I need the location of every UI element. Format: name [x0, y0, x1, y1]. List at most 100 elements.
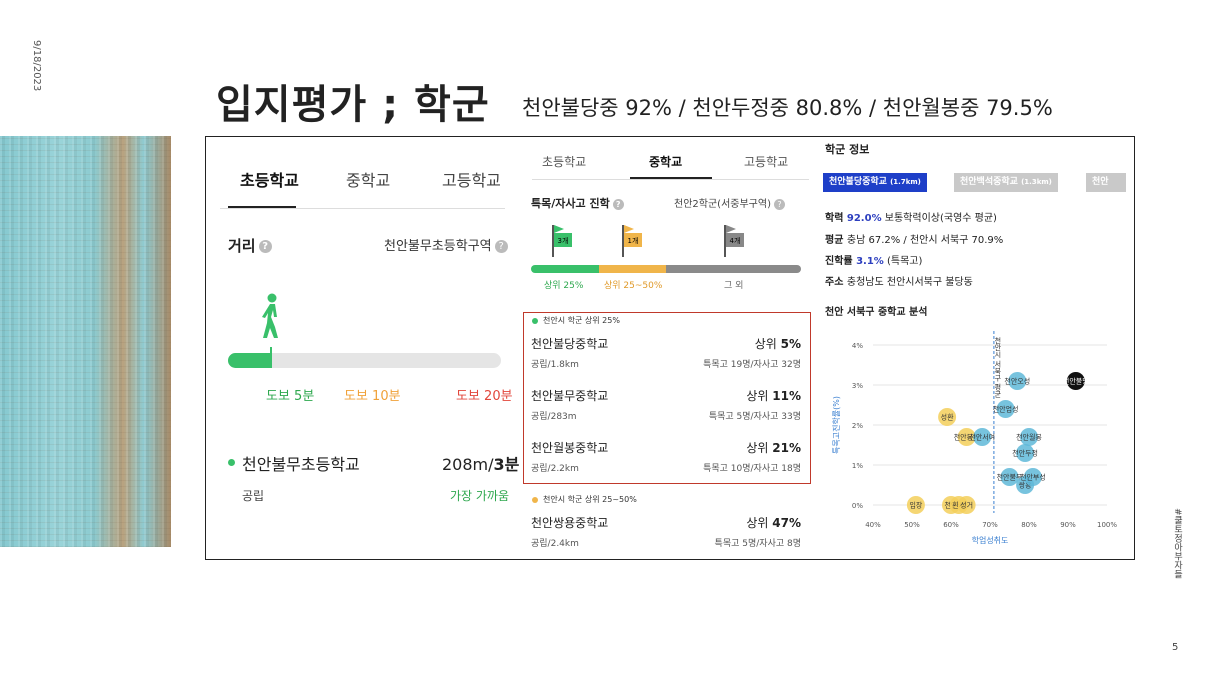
- school-dot-icon: [228, 459, 235, 466]
- data-point-label: 천안서여: [969, 433, 995, 442]
- x-axis-label: 학업성취도: [972, 535, 1009, 545]
- flag-top50-label: 1개: [628, 236, 639, 245]
- school-stats-wolbong: 특목고 10명/자사고 18명: [703, 464, 801, 474]
- walk-progress-marker: [270, 347, 272, 368]
- p1-tab-high[interactable]: 고등학교: [442, 167, 501, 191]
- help-icon[interactable]: ?: [258, 240, 272, 253]
- info-text: (특목고): [883, 256, 923, 267]
- tab-label: 천안백석중학교: [960, 177, 1018, 187]
- info-text: 충남 67.2% / 천안시 서북구 70.9%: [846, 235, 1004, 246]
- school-rank-wolbong: 상위 21%: [726, 439, 801, 456]
- p1-tab-elementary[interactable]: 초등학교: [240, 167, 299, 191]
- data-point-label: 천안업성: [993, 405, 1019, 414]
- rank-value: 47%: [772, 516, 801, 530]
- segment-top25: [531, 265, 599, 273]
- page-number: 5: [1172, 642, 1179, 653]
- rank-value: 11%: [772, 389, 801, 403]
- data-point-label: 천안두정: [1012, 449, 1038, 458]
- info-label: 주소: [825, 277, 847, 288]
- p1-distance-heading: 거리?: [228, 235, 272, 256]
- p2-district-label: 천안2학군(서중부구역): [674, 199, 771, 210]
- rank-prefix: 상위: [754, 337, 781, 351]
- rank-value: 21%: [772, 441, 801, 455]
- p1-school-name[interactable]: 천안불무초등학교: [242, 451, 360, 475]
- tab-distance: (1.3km): [1021, 178, 1052, 186]
- y-tick-label: 4%: [852, 342, 863, 350]
- segment-label-top50: 상위 25~50%: [604, 281, 663, 291]
- school-type-bulmu: 공립/283m: [531, 412, 577, 422]
- x-tick-label: 60%: [943, 521, 959, 529]
- tab-label: 천안: [1092, 177, 1109, 187]
- school-name-wolbong[interactable]: 천안월봉중학교: [531, 439, 608, 456]
- p3-tab-baekseok[interactable]: 천안백석중학교 (1.3km): [954, 173, 1058, 192]
- average-line-label: 천안시 서북구 평균: [994, 336, 1002, 397]
- p1-zone: 천안불무초등학구역?: [384, 235, 508, 254]
- y-axis-label: 특목고진학률(%): [831, 396, 841, 454]
- p1-school-distance-value: 208m/: [442, 455, 494, 474]
- p3-tab-bulbang[interactable]: 천안불당중학교 (1.7km): [823, 173, 927, 192]
- data-point-label: 천안불당: [1063, 377, 1089, 386]
- flag-top50-icon: 1개: [622, 225, 642, 257]
- school-name-bulbang[interactable]: 천안불당중학교: [531, 335, 608, 352]
- p2-tab-middle[interactable]: 중학교: [649, 153, 682, 170]
- slide-date: 9/18/2023: [31, 40, 42, 92]
- x-tick-label: 50%: [904, 521, 920, 529]
- p3-heading: 학군 정보: [825, 143, 870, 156]
- flag-others-icon: 4개: [724, 225, 744, 257]
- school-type-wolbong: 공립/2.2km: [531, 464, 579, 474]
- school-rank-bulmu: 상위 11%: [726, 387, 801, 404]
- data-point-label: 성거: [960, 501, 973, 510]
- school-rank-bulbang: 상위 5%: [726, 335, 801, 352]
- slide-title: 입지평가 ; 학군: [216, 82, 490, 128]
- school-stats-bulbang: 특목고 19명/자사고 32명: [703, 360, 801, 370]
- group2-dot-icon: [532, 497, 538, 503]
- help-icon[interactable]: ?: [612, 198, 624, 210]
- walk-progress-fill: [228, 353, 272, 368]
- p2-section-title: 특목/자사고 진학: [531, 197, 610, 210]
- p2-tab-high[interactable]: 고등학교: [744, 153, 788, 170]
- help-icon[interactable]: ?: [773, 198, 785, 210]
- p1-school-time: 3분: [493, 455, 520, 474]
- p2-tab-elementary[interactable]: 초등학교: [542, 153, 586, 170]
- x-tick-label: 40%: [865, 521, 881, 529]
- p2-tab-divider: [532, 179, 809, 180]
- walk-label-20: 도보 20분: [456, 389, 513, 404]
- p1-tab-middle[interactable]: 중학교: [346, 167, 390, 191]
- p1-distance-label: 거리: [228, 237, 256, 255]
- data-point-label: 성환: [941, 413, 954, 422]
- p1-tab-divider: [220, 208, 505, 209]
- group2-label: 천안시 학군 상위 25~50%: [543, 495, 637, 504]
- info-label: 학력: [825, 213, 847, 224]
- info-address: 주소 충청남도 천안시서북구 불당동: [825, 273, 973, 288]
- p3-tab-next[interactable]: 천안: [1086, 173, 1126, 192]
- help-icon[interactable]: ?: [494, 240, 508, 253]
- group1-dot-icon: [532, 318, 538, 324]
- school-name-bulmu[interactable]: 천안불무중학교: [531, 387, 608, 404]
- screenshot-frame: 초등학교 중학교 고등학교 거리? 천안불무초등학구역? 도보 5분 도보 10…: [205, 136, 1135, 560]
- school-rank-ssangyong: 상위 47%: [726, 514, 801, 531]
- p1-school-distance: 208m/3분: [442, 451, 519, 475]
- info-advance-rate: 진학률 3.1% (특목고): [825, 252, 922, 267]
- segment-others: [666, 265, 801, 273]
- walk-label-10: 도보 10분: [344, 389, 401, 404]
- group1-label: 천안시 학군 상위 25%: [543, 316, 620, 325]
- chart-title: 천안 서북구 중학교 분석: [825, 307, 928, 318]
- flag-top25-icon: 3개: [552, 225, 572, 257]
- info-average: 평균 충남 67.2% / 천안시 서북구 70.9%: [825, 231, 1003, 246]
- school-type-ssangyong: 공립/2.4km: [531, 539, 579, 549]
- x-tick-label: 100%: [1097, 521, 1117, 529]
- scatter-chart: 0% 1% 2% 3% 4% 40% 50% 60% 70% 80% 90% 100% 천안시 서북구 …: [831, 331, 1117, 545]
- info-value: 92.0%: [846, 213, 882, 224]
- rank-prefix: 상위: [746, 389, 773, 403]
- y-tick-label: 1%: [852, 462, 863, 470]
- p1-zone-label: 천안불무초등학구역: [384, 239, 492, 254]
- segment-top50: [599, 265, 666, 273]
- decorative-texture-image: [0, 136, 171, 547]
- p1-school-type: 공립: [242, 489, 265, 503]
- p2-section-heading: 특목/자사고 진학?: [531, 195, 624, 211]
- school-name-ssangyong[interactable]: 천안쌍용중학교: [531, 514, 608, 531]
- data-point-label: 천안부성: [1020, 473, 1046, 482]
- data-point-label: 천안월봉: [1016, 433, 1042, 442]
- flag-others-label: 4개: [730, 236, 741, 245]
- x-tick-label: 90%: [1060, 521, 1076, 529]
